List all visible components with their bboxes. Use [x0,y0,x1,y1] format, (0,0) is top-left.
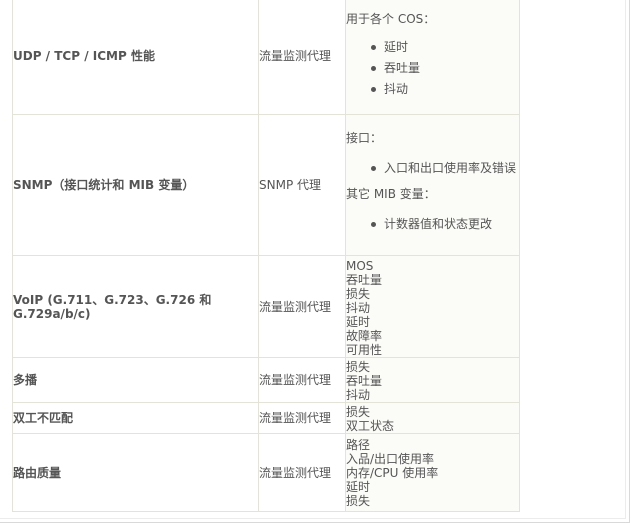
detail-line: 抖动 [346,300,371,315]
detail-line: 入品/出口使用率 [346,452,435,466]
detail-cell: 损失 吞吐量 抖动 [345,357,520,403]
detail-line: 损失 [346,404,371,419]
detail-line: 延时 [346,314,371,329]
table-row: VoIP (G.711、G.723、G.726 和 G.729a/b/c) 流量… [12,255,520,358]
table-row: 路由质量 流量监测代理 路径 入品/出口使用率 内存/CPU 使用率 延时 损失 [12,433,520,512]
agent-cell: 流量监测代理 [258,433,346,512]
metrics-table: UDP / TCP / ICMP 性能 流量监测代理 用于各个 COS： 延时 … [12,0,520,512]
detail-line: 抖动 [346,387,371,402]
list-item: 计数器值和状态更改 [371,217,519,231]
metric-cell: UDP / TCP / ICMP 性能 [12,0,259,115]
list-item: 入口和出口使用率及错误 [371,161,519,175]
list-item: 延时 [371,40,519,54]
metric-cell: 多播 [12,357,259,403]
detail-heading: 接口： [346,131,383,145]
detail-line: 损失 [346,359,371,374]
detail-line: 路径 [346,438,371,452]
agent-cell: 流量监测代理 [258,357,346,403]
detail-line: 延时 [346,480,371,494]
detail-bullet-list: 延时 吞吐量 抖动 [346,40,519,96]
detail-line: 吞吐量 [346,373,383,388]
table-row: SNMP（接口统计和 MIB 变量） SNMP 代理 接口： 入口和出口使用率及… [12,114,520,256]
detail-line: 故障率 [346,328,383,343]
detail-heading: 其它 MIB 变量： [346,187,436,201]
list-item: 吞吐量 [371,61,519,75]
detail-cell: 接口： 入口和出口使用率及错误 其它 MIB 变量： 计数器值和状态更改 [345,114,520,256]
detail-line: 吞吐量 [346,272,383,287]
detail-cell: 用于各个 COS： 延时 吞吐量 抖动 [345,0,520,115]
detail-line: 内存/CPU 使用率 [346,466,439,480]
agent-cell: 流量监测代理 [258,402,346,434]
table-row: 多播 流量监测代理 损失 吞吐量 抖动 [12,357,520,403]
detail-cell: 损失 双工状态 [345,402,520,434]
metric-cell: SNMP（接口统计和 MIB 变量） [12,114,259,256]
detail-bullet-list: 计数器值和状态更改 [346,217,519,231]
metric-cell: 双工不匹配 [12,402,259,434]
table-row: 双工不匹配 流量监测代理 损失 双工状态 [12,402,520,434]
detail-bullet-list: 入口和出口使用率及错误 [346,161,519,175]
detail-line: MOS [346,258,374,273]
detail-line: 可用性 [346,342,383,357]
detail-line: 双工状态 [346,418,395,433]
metric-cell: 路由质量 [12,433,259,512]
detail-line: 损失 [346,286,371,301]
table-row: UDP / TCP / ICMP 性能 流量监测代理 用于各个 COS： 延时 … [12,0,520,115]
detail-line: 损失 [346,494,371,508]
list-item: 抖动 [371,82,519,96]
agent-cell: 流量监测代理 [258,255,346,358]
detail-heading: 用于各个 COS： [346,12,436,26]
agent-cell: SNMP 代理 [258,114,346,256]
agent-cell: 流量监测代理 [258,0,346,115]
detail-cell: MOS 吞吐量 损失 抖动 延时 故障率 可用性 [345,255,520,358]
detail-cell: 路径 入品/出口使用率 内存/CPU 使用率 延时 损失 [345,433,520,512]
metric-cell: VoIP (G.711、G.723、G.726 和 G.729a/b/c) [12,255,259,358]
